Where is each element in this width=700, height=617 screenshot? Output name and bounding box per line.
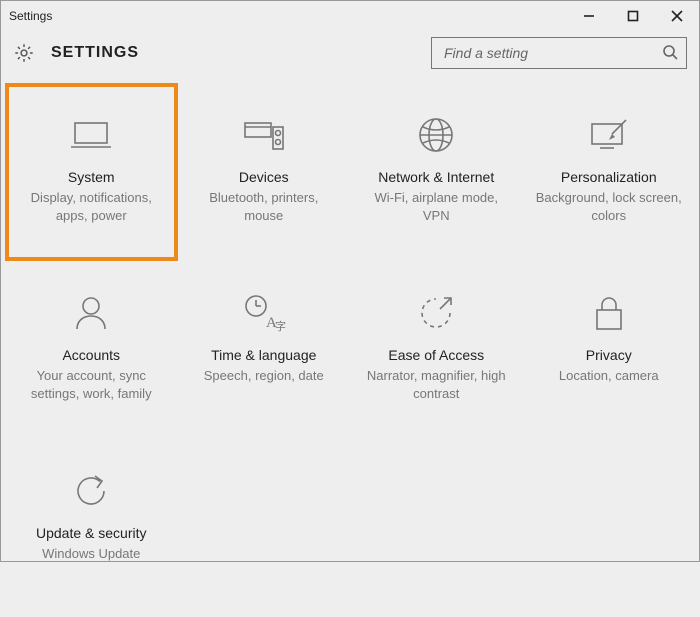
devices-icon [241,111,287,159]
header: SETTINGS [1,31,699,83]
minimize-button[interactable] [567,1,611,31]
tile-title: Ease of Access [388,347,484,363]
svg-text:字: 字 [275,319,286,333]
accounts-icon [71,289,111,337]
search-icon [662,44,678,63]
tile-desc: Windows Update [42,545,140,563]
system-icon [69,111,113,159]
tile-desc: Narrator, magnifier, high contrast [362,367,511,402]
lock-icon [591,289,627,337]
time-language-icon: A字 [242,289,286,337]
globe-icon [416,111,456,159]
tile-update-security[interactable]: Update & security Windows Update [5,439,178,617]
tile-desc: Bluetooth, printers, mouse [190,189,339,224]
tile-accounts[interactable]: Accounts Your account, sync settings, wo… [5,261,178,439]
tile-desc: Display, notifications, apps, power [17,189,166,224]
tile-ease-of-access[interactable]: Ease of Access Narrator, magnifier, high… [350,261,523,439]
tile-title: Accounts [62,347,120,363]
maximize-button[interactable] [611,1,655,31]
personalization-icon [586,111,632,159]
page-title: SETTINGS [51,44,139,62]
tile-title: Time & language [211,347,316,363]
tile-privacy[interactable]: Privacy Location, camera [523,261,696,439]
search-box[interactable] [431,37,687,69]
tile-title: Update & security [36,525,147,541]
close-button[interactable] [655,1,699,31]
tile-devices[interactable]: Devices Bluetooth, printers, mouse [178,83,351,261]
maximize-icon [627,10,639,22]
search-input[interactable] [442,44,662,62]
minimize-icon [583,10,595,22]
tile-title: Devices [239,169,289,185]
tile-title: System [68,169,115,185]
gear-icon [13,42,35,64]
tile-network[interactable]: Network & Internet Wi-Fi, airplane mode,… [350,83,523,261]
tile-desc: Background, lock screen, colors [535,189,684,224]
tile-desc: Location, camera [559,367,659,385]
tile-system[interactable]: System Display, notifications, apps, pow… [5,83,178,261]
ease-of-access-icon [416,289,456,337]
close-icon [671,10,683,22]
tile-desc: Your account, sync settings, work, famil… [17,367,166,402]
title-bar: Settings [1,1,699,31]
tile-title: Network & Internet [378,169,494,185]
tile-personalization[interactable]: Personalization Background, lock screen,… [523,83,696,261]
tile-time-language[interactable]: A字 Time & language Speech, region, date [178,261,351,439]
tile-title: Privacy [586,347,632,363]
tile-desc: Wi-Fi, airplane mode, VPN [362,189,511,224]
tile-desc: Speech, region, date [204,367,324,385]
window-title: Settings [9,9,52,23]
window-controls [567,1,699,31]
update-icon [71,467,111,515]
tile-title: Personalization [561,169,657,185]
settings-grid: System Display, notifications, apps, pow… [1,83,699,617]
